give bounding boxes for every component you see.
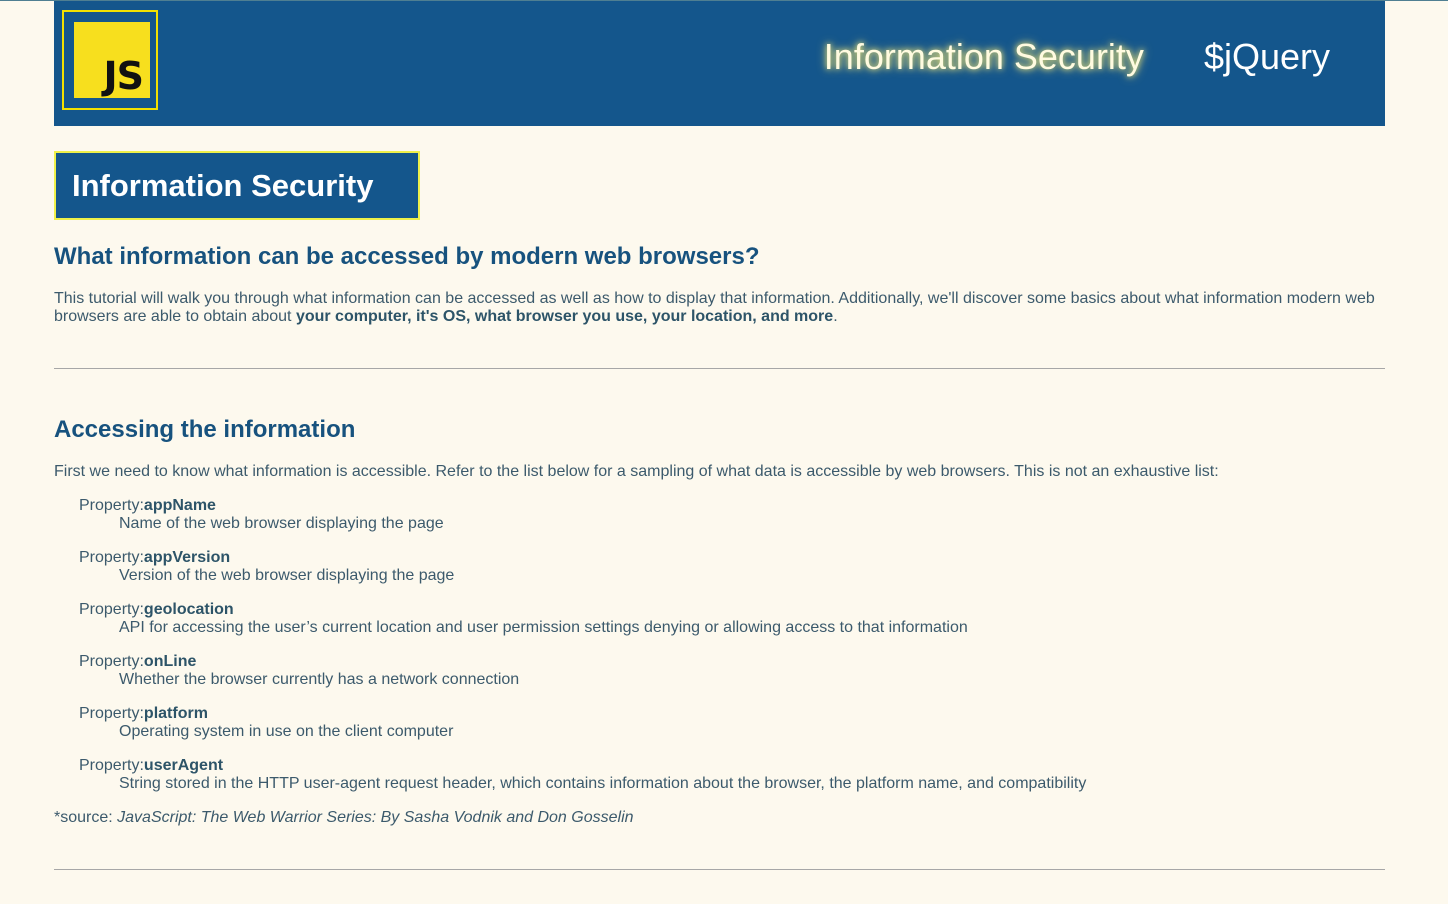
property-name: appVersion [143, 549, 231, 566]
property-description: Version of the web browser displaying th… [119, 567, 455, 584]
intro-end: . [833, 308, 838, 325]
page-container: JS Information Security $jQuery Informat… [54, 1, 1385, 870]
property-term: Property:platform [79, 705, 1086, 723]
list-item: Property:appVersion Version of the web b… [79, 549, 1086, 585]
property-description: Name of the web browser displaying the p… [119, 515, 444, 532]
divider [54, 869, 1385, 870]
page-title: Information Security [54, 151, 420, 220]
property-prefix: Property: [79, 705, 144, 722]
access-heading: Accessing the information [54, 416, 356, 443]
property-prefix: Property: [79, 757, 144, 774]
property-term: Property:appVersion [79, 549, 1086, 567]
main-nav: Information Security $jQuery [824, 35, 1330, 79]
property-prefix: Property: [79, 601, 144, 618]
js-logo-icon: JS [74, 22, 150, 98]
property-description: API for accessing the user’s current loc… [119, 619, 968, 636]
property-description: Operating system in use on the client co… [119, 723, 454, 740]
nav-link-jquery[interactable]: $jQuery [1204, 35, 1330, 79]
property-term: Property:userAgent [79, 757, 1086, 775]
list-item: Property:geolocation API for accessing t… [79, 601, 1086, 637]
property-name: platform [143, 705, 208, 722]
js-logo-text: JS [103, 54, 144, 98]
divider [54, 368, 1385, 369]
property-description: String stored in the HTTP user-agent req… [119, 775, 1087, 792]
source-title: JavaScript: The Web Warrior Series: By S… [117, 809, 634, 826]
source-citation: *source: JavaScript: The Web Warrior Ser… [54, 809, 634, 827]
property-name: appName [143, 497, 216, 514]
property-term: Property:geolocation [79, 601, 1086, 619]
list-item: Property:onLine Whether the browser curr… [79, 653, 1086, 689]
property-name: userAgent [143, 757, 224, 774]
property-term: Property:onLine [79, 653, 1086, 671]
property-description: Whether the browser currently has a netw… [119, 671, 520, 688]
access-paragraph: First we need to know what information i… [54, 463, 1219, 480]
intro-bold-text: your computer, it's OS, what browser you… [295, 308, 834, 325]
site-header: JS Information Security $jQuery [54, 1, 1385, 126]
js-logo[interactable]: JS [62, 10, 158, 110]
source-prefix: *source: [54, 809, 118, 826]
property-name: onLine [143, 653, 197, 670]
property-prefix: Property: [79, 497, 144, 514]
list-item: Property:platform Operating system in us… [79, 705, 1086, 741]
property-prefix: Property: [79, 653, 144, 670]
property-term: Property:appName [79, 497, 1086, 515]
list-item: Property:appName Name of the web browser… [79, 497, 1086, 533]
intro-paragraph: This tutorial will walk you through what… [54, 290, 1385, 326]
property-prefix: Property: [79, 549, 144, 566]
intro-heading: What information can be accessed by mode… [54, 243, 760, 270]
property-list: Property:appName Name of the web browser… [79, 497, 1086, 809]
nav-link-information-security[interactable]: Information Security [824, 35, 1144, 79]
property-name: geolocation [143, 601, 234, 618]
list-item: Property:userAgent String stored in the … [79, 757, 1086, 793]
